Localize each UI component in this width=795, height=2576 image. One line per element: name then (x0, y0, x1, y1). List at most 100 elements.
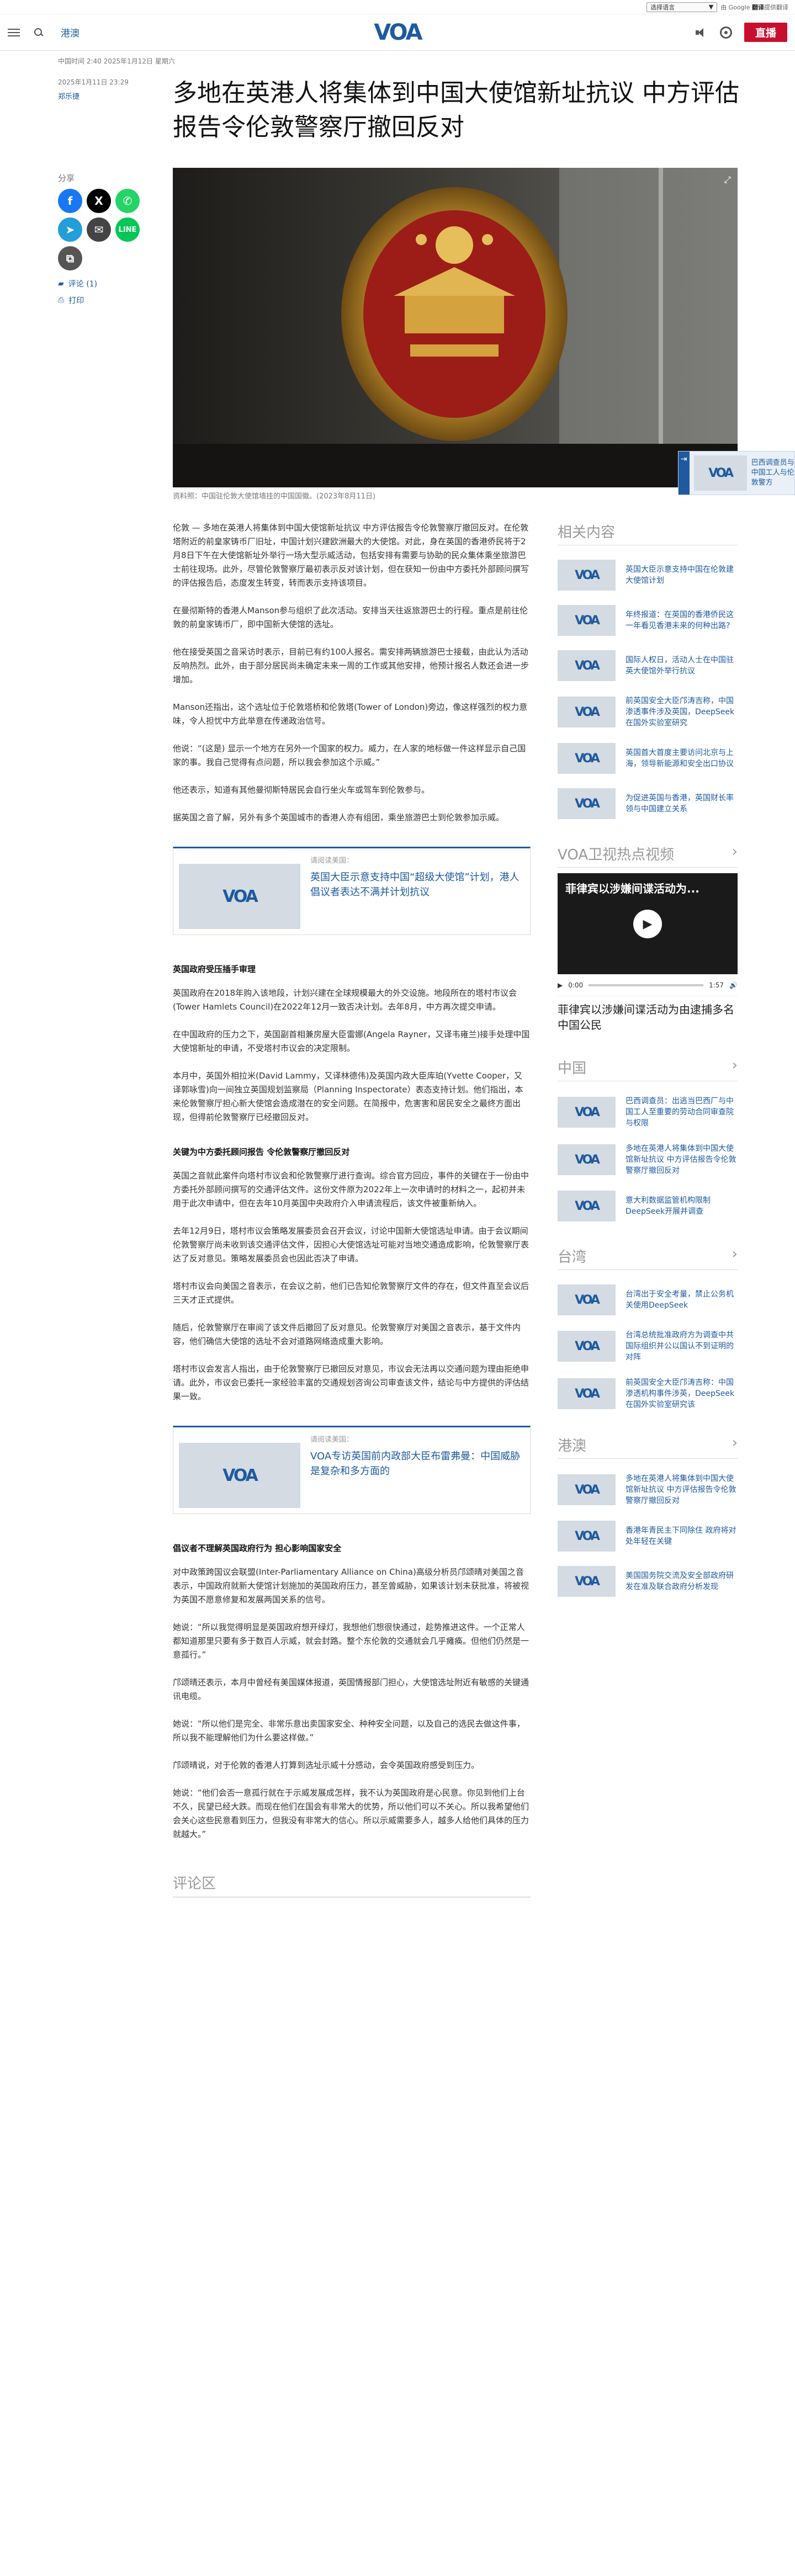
rail-thumbnail: VOA (558, 1191, 616, 1221)
print-icon: ⎙ (58, 296, 65, 305)
rail-story-item[interactable]: VOA 台湾总统批准政府方为调查中共国际组织并公以国认不到证明的对阵 (558, 1330, 738, 1363)
rail-story-title: 年终报道：在英国的香港侨民这一年看见香港未来的何种出路? (626, 610, 734, 630)
rail-heading-hk[interactable]: 港澳 › (558, 1435, 738, 1459)
rail-story-item[interactable]: VOA 年终报道：在英国的香港侨民这一年看见香港未来的何种出路? (558, 605, 738, 636)
paragraph: 去年12月9日，塔村市议会策略发展委员会召开会议，讨论中国新大使馆选址申请。由于… (173, 1226, 529, 1263)
rail-story-item[interactable]: VOA 为促进英国与香港，英国财长率领与中国建立关系 (558, 788, 738, 819)
taiwan-list: VOA 台湾出于安全考量，禁止公务机关使用DeepSeek VOA 台湾总统批准政府方… (558, 1284, 738, 1410)
page-main: 中国时间 2:40 2025年1月12日 星期六 2025年1月11日 23:2… (0, 51, 795, 2576)
google-translate-credit[interactable]: 由 Google 翻译提供翻译 (720, 3, 788, 12)
section-heading: 倡议者不理解英国政府行为 担心影响国家安全 (173, 1543, 342, 1553)
telegram-icon[interactable]: ➤ (58, 217, 82, 242)
copy-link-icon[interactable]: ⧉ (58, 246, 82, 270)
rail-story-item[interactable]: VOA 巴西调查员：出逃当巴西厂与中国工人至重要的劳动合同审查院与权限 (558, 1096, 738, 1129)
section-heading: 关键为中方委托顾问报告 令伦敦警察厅撤回反对 (173, 1147, 350, 1157)
paragraph: 塔村市议会发言人指出，由于伦敦警察厅已撤回反对意见，市议会无法再以交通问题为理由… (173, 1364, 529, 1401)
whatsapp-icon[interactable]: ✆ (115, 189, 140, 213)
chevron-right-icon: › (732, 843, 738, 860)
rail-heading-video[interactable]: VOA卫视热点视频 › (558, 843, 738, 868)
related-story-title: 英国大臣示意支持中国“超级大使馆”计划，港人倡议者表达不满并计划抗议 (310, 872, 520, 898)
x-icon[interactable]: X (87, 189, 111, 213)
rail-heading-china[interactable]: 中国 › (558, 1057, 738, 1081)
photo-caption: 资料照：中国驻伦敦大使馆墙挂的中国国徽。(2023年8月11日) (173, 492, 376, 501)
expand-icon[interactable]: ⤢ (724, 174, 731, 185)
rail-thumbnail: VOA (558, 1566, 616, 1597)
rail-story-title: 台湾总统批准政府方为调查中共国际组织并公以国认不到证明的对阵 (626, 1331, 734, 1362)
rail-story-title: 多地在英港人将集体到中国大使馆新址抗议 中方评估报告令伦敦警察厅撤回反对 (626, 1474, 736, 1505)
rail-story-item[interactable]: VOA 香港年青民主下同除住 政府将对处年轻在关键 (558, 1521, 738, 1552)
video-player[interactable]: 菲律宾以涉嫌间谍活动为... ▶ (558, 873, 738, 974)
popup-title: 巴西调查员与中国工人与伦敦警方 (751, 459, 794, 487)
rail-story-item[interactable]: VOA 意大利数据监管机构限制DeepSeek开展并调查 (558, 1191, 738, 1221)
paragraph: 她说：“所以我觉得明显是英国政府想开绿灯，我想他们想很快通过，趁势推进这件。一个… (173, 1622, 529, 1660)
rail-story-item[interactable]: VOA 前英国安全大臣邝涛吉称，中国渗透事件涉及英国，DeepSeek在国外实验室… (558, 695, 738, 729)
radio-icon[interactable] (719, 26, 732, 39)
speaker-icon[interactable] (695, 28, 708, 38)
related-list: VOA 英国大臣示意支持中国在伦敦建大使馆计划 VOA 年终报道：在英国的香港侨民这一… (558, 560, 738, 819)
rail-thumbnail: VOA (558, 1144, 616, 1175)
search-icon[interactable] (33, 27, 44, 38)
video-title[interactable]: 菲律宾以涉嫌间谍活动为由逮捕多名中国公民 (558, 1002, 738, 1033)
section-link[interactable]: 港澳 (61, 25, 80, 39)
rail-thumbnail: VOA (558, 1378, 616, 1409)
line-icon[interactable]: LINE (115, 217, 140, 242)
rail-thumbnail: VOA (558, 605, 616, 636)
video-overlay-title: 菲律宾以涉嫌间谍活动为... (565, 882, 699, 895)
video-progress[interactable] (589, 984, 704, 986)
volume-icon[interactable]: 🔊 (729, 981, 738, 989)
rail-heading-related: 相关内容 (558, 521, 738, 545)
author-link[interactable]: 郑乐捷 (58, 91, 80, 101)
comments-heading: 评论区 (173, 1855, 531, 1898)
rail-story-item[interactable]: VOA 英国首大首度主要访问北京与上海，领导新能源和安全出口协议 (558, 743, 738, 774)
menu-icon[interactable] (8, 28, 20, 36)
rail-story-item[interactable]: VOA 国际人权日，活动人士在中国驻英大使馆外举行抗议 (558, 650, 738, 681)
top-utility-bar: 选择语言 ▼ 由 Google 翻译提供翻译 (0, 0, 795, 14)
paragraph: 邝颂晴说，对于伦敦的香港人打算到选址示威十分感动，会令英国政府感受到压力。 (173, 1760, 480, 1770)
paragraph: 英国政府在2018年购入该地段，计划兴建在全球规模最大的外交设施。地段所在的塔村… (173, 988, 517, 1012)
rail-story-item[interactable]: VOA 多地在英港人将集体到中国大使馆新址抗议 中方评估报告令伦敦警察厅撤回反对 (558, 1143, 738, 1176)
live-button[interactable]: 直播 (744, 23, 787, 42)
article-title: 多地在英港人将集体到中国大使馆新址抗议 中方评估报告令伦敦警察厅撤回反对 (173, 79, 739, 141)
arrow-icon: ⇥ (679, 452, 690, 495)
paragraph: 本月中，英国外相拉米(David Lammy，又译林德伟)及英国内政大臣库珀(Y… (173, 1071, 523, 1122)
rail-story-title: 香港年青民主下同除住 政府将对处年轻在关键 (626, 1526, 736, 1546)
email-icon[interactable]: ✉ (87, 217, 111, 242)
rail-thumbnail: VOA (558, 743, 616, 774)
rail-thumbnail: VOA (558, 788, 616, 819)
rail-story-item[interactable]: VOA 台湾出于安全考量，禁止公务机关使用DeepSeek (558, 1284, 738, 1315)
facebook-icon[interactable]: f (58, 189, 82, 213)
rail-story-title: 意大利数据监管机构限制DeepSeek开展并调查 (626, 1196, 711, 1216)
comments-link[interactable]: ▰ 评论 (1) (58, 278, 97, 289)
rail-thumbnail: VOA (558, 1521, 616, 1552)
voa-logo[interactable]: VOA (369, 20, 426, 45)
rail-story-item[interactable]: VOA 前英国安全大臣邝涛吉称：中国渗透机构事件涉英，DeepSeek在国外实验室… (558, 1377, 738, 1410)
play-icon[interactable]: ▶ (558, 981, 563, 989)
rail-story-item[interactable]: VOA 英国大臣示意支持中国在伦敦建大使馆计划 (558, 560, 738, 591)
chevron-right-icon: › (732, 1435, 738, 1451)
floating-story-popup[interactable]: ⇥ VOA 巴西调查员与中国工人与伦敦警方 (678, 451, 795, 495)
rail-story-item[interactable]: VOA 多地在英港人将集体到中国大使馆新址抗议 中方评估报告令伦敦警察厅撤回反对 (558, 1473, 738, 1506)
paragraph: 在中国政府的压力之下，英国副首相兼房屋大臣雷娜(Angela Rayner，又译… (173, 1029, 530, 1053)
paragraph: 对中政策跨国议会联盟(Inter-Parliamentary Alliance … (173, 1567, 529, 1605)
paragraph: 邝颂晴还表示，本月中曾经有美国媒体报道，英国情报部门担心，大使馆选址附近有敏感的… (173, 1677, 529, 1701)
rail-story-title: 巴西调查员：出逃当巴西厂与中国工人至重要的劳动合同审查院与权限 (626, 1097, 734, 1128)
national-emblem-photo (173, 168, 738, 487)
rail-story-title: 台湾出于安全考量，禁止公务机关使用DeepSeek (626, 1290, 734, 1310)
rail-story-title: 前英国安全大臣邝涛吉称：中国渗透机构事件涉英，DeepSeek在国外实验室研究该 (626, 1378, 735, 1409)
lead-photo: ⤢ (173, 168, 738, 487)
share-label: 分享 (58, 173, 75, 183)
related-story-card[interactable]: VOA 请阅读美国： 英国大臣示意支持中国“超级大使馆”计划，港人倡议者表达不满并… (173, 847, 531, 935)
language-select[interactable]: 选择语言 ▼ (646, 2, 718, 12)
rail-thumbnail: VOA (558, 560, 616, 591)
related-story-card[interactable]: VOA 请阅读美国： VOA专访英国前内政部大臣布雷弗曼：中国威胁是复杂和多方面的 (173, 1426, 531, 1514)
rail-heading-taiwan[interactable]: 台湾 › (558, 1246, 738, 1270)
rail-thumbnail: VOA (558, 1097, 616, 1128)
paragraph: 她说：“所以他们是完全、非常乐意出卖国家安全、种种安全问题，以及自己的选民去做这… (173, 1719, 525, 1743)
rail-story-item[interactable]: VOA 美国国务院交流及安全部政府研发在准及联合政府分析发现 (558, 1566, 738, 1597)
paragraph: 英国之音就此案件向塔村市议会和伦敦警察厅进行查询。综合官方回应，事件的关键在于一… (173, 1171, 529, 1208)
play-icon[interactable]: ▶ (633, 910, 662, 938)
paragraph: Manson还指出，这个选址位于伦敦塔桥和伦敦塔(Tower of London… (173, 702, 528, 726)
rail-story-title: 英国首大首度主要访问北京与上海，领导新能源和安全出口协议 (626, 748, 734, 768)
video-controls: ▶ 0:00 1:57 🔊 (558, 974, 738, 996)
print-link[interactable]: ⎙ 打印 (58, 295, 84, 306)
